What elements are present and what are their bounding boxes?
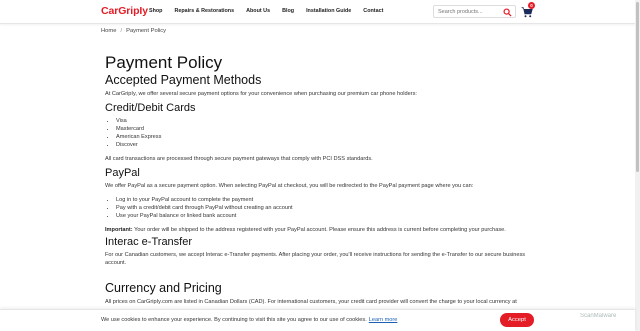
paypal-intro: We offer PayPal as a secure payment opti… <box>105 183 474 189</box>
paypal-heading: PayPal <box>105 167 140 179</box>
paypal-list: Log in to your PayPal account to complet… <box>105 196 535 220</box>
cards-note: All card transactions are processed thro… <box>105 156 373 162</box>
list-item: Use your PayPal balance or linked bank a… <box>116 212 535 220</box>
accepted-methods-intro: At CarGripIy, we offer several secure pa… <box>105 91 417 97</box>
nav-item-contact[interactable]: Contact <box>363 8 383 14</box>
learn-more-link[interactable]: Learn more <box>369 317 398 323</box>
cookie-text: We use cookies to enhance your experienc… <box>101 317 367 323</box>
nav-item-blog[interactable]: Blog <box>282 8 294 14</box>
scanmalware-watermark: ScanMalware <box>580 313 617 319</box>
search-box <box>433 5 516 18</box>
search-input[interactable] <box>438 7 500 17</box>
site-logo[interactable]: CarGripIy <box>101 5 148 17</box>
cookie-banner: We use cookies to enhance your experienc… <box>0 309 635 331</box>
cart-count-badge: 0 <box>528 2 535 9</box>
nav-item-about[interactable]: About Us <box>246 8 270 14</box>
breadcrumb-home[interactable]: Home <box>101 28 116 34</box>
nav-item-repairs[interactable]: Repairs & Restorations <box>174 8 234 14</box>
breadcrumb-current: Payment Policy <box>126 28 167 34</box>
page-title: Payment Policy <box>105 53 223 72</box>
list-item: Pay with a credit/debit card through Pay… <box>116 204 535 212</box>
site-header: CarGripIy Shop Repairs & Restorations Ab… <box>0 0 640 24</box>
nav-item-installation-guide[interactable]: Installation Guide <box>306 8 351 14</box>
interac-text: For our Canadian customers, we accept In… <box>105 252 526 266</box>
main-nav: Shop Repairs & Restorations About Us Blo… <box>149 8 383 14</box>
accept-cookies-button[interactable]: Accept <box>500 313 534 327</box>
important-text: Your order will be shipped to the addres… <box>132 227 506 233</box>
list-item: Discover <box>116 141 535 149</box>
scrollbar-thumb[interactable] <box>636 2 639 172</box>
list-item: Mastercard <box>116 125 535 133</box>
paypal-important-note: Important: Your order will be shipped to… <box>105 226 535 234</box>
accepted-methods-heading: Accepted Payment Methods <box>105 73 262 87</box>
interac-heading: Interac e-Transfer <box>105 236 193 248</box>
cards-list: Visa Mastercard American Express Discove… <box>105 117 535 149</box>
list-item: Log in to your PayPal account to complet… <box>116 196 535 204</box>
cards-heading: Credit/Debit Cards <box>105 102 196 114</box>
list-item: Visa <box>116 117 535 125</box>
search-icon[interactable] <box>503 8 512 17</box>
breadcrumb: Home / Payment Policy <box>101 28 166 34</box>
main-content: Payment Policy Accepted Payment Methods … <box>105 53 535 306</box>
currency-text: All prices on CarGripIy.com are listed i… <box>105 299 517 305</box>
currency-heading: Currency and Pricing <box>105 281 222 295</box>
breadcrumb-separator: / <box>120 28 123 34</box>
list-item: American Express <box>116 133 535 141</box>
important-label: Important: <box>105 227 133 233</box>
cookie-message: We use cookies to enhance your experienc… <box>101 317 397 323</box>
nav-item-shop[interactable]: Shop <box>149 8 162 14</box>
